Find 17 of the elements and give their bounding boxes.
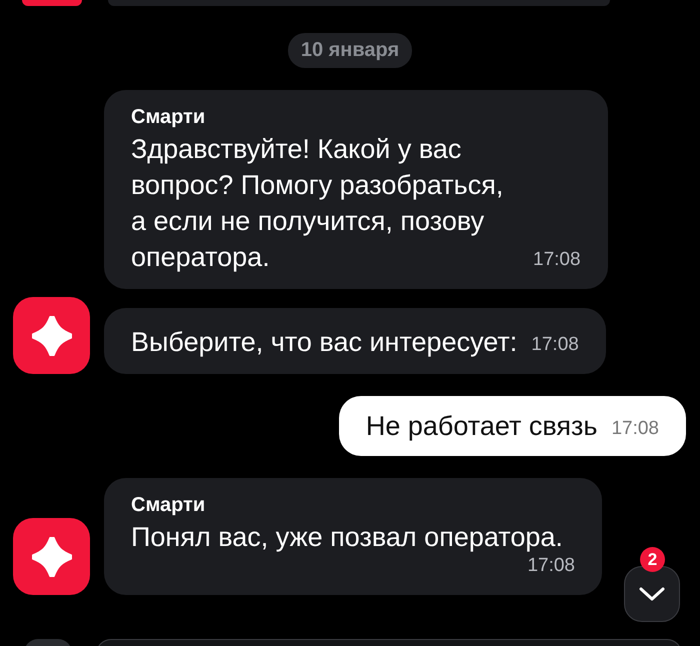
sender-name: Смарти xyxy=(131,494,206,517)
message-time: 17:08 xyxy=(611,418,659,441)
message-text: Понял вас, уже позвал оператора. xyxy=(131,521,563,554)
avatar xyxy=(22,0,82,6)
message-text: Выберите, что вас интересует: xyxy=(131,326,518,359)
star-icon xyxy=(32,536,72,576)
unread-badge: 2 xyxy=(640,547,665,572)
message-time: 17:08 xyxy=(527,555,575,578)
chevron-down-icon xyxy=(639,586,665,602)
scroll-down-button[interactable] xyxy=(624,566,680,622)
sender-name: Смарти xyxy=(131,106,206,129)
star-icon xyxy=(32,316,72,356)
date-divider: 10 января xyxy=(288,33,412,68)
message-text: Не работает связь xyxy=(366,410,598,443)
message-text: Здравствуйте! Какой у вас вопрос? Помогу разобраться, а если не получится, позову оператора. xyxy=(131,133,504,274)
message-time: 17:08 xyxy=(531,334,579,357)
message-time: 17:08 xyxy=(533,249,581,272)
